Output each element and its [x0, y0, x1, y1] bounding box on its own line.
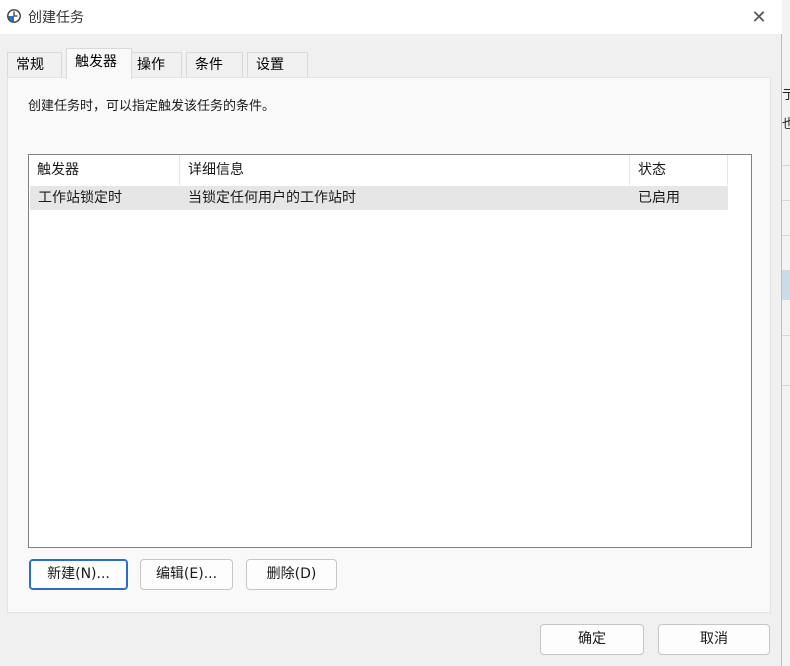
triggers-description: 创建任务时，可以指定触发该任务的条件。 — [28, 99, 276, 114]
background-selected-row — [781, 270, 790, 300]
tab-general[interactable]: 常规 — [7, 52, 62, 78]
column-header-details[interactable]: 详细信息 — [180, 155, 630, 185]
tab-triggers[interactable]: 触发器 — [66, 48, 132, 79]
background-divider — [781, 165, 790, 166]
close-icon: ✕ — [751, 6, 767, 28]
tab-label: 设置 — [256, 57, 284, 73]
cancel-button[interactable]: 取消 — [658, 624, 770, 655]
background-text-fragment: 也 — [782, 117, 790, 132]
task-scheduler-clock-icon — [7, 9, 21, 23]
trigger-cell: 工作站锁定时 — [38, 190, 122, 206]
column-header-status[interactable]: 状态 — [630, 155, 728, 185]
ok-button[interactable]: 确定 — [540, 624, 644, 655]
tab-conditions[interactable]: 条件 — [186, 52, 243, 78]
tab-label: 操作 — [137, 57, 165, 73]
triggers-list[interactable]: 触发器 详细信息 状态 工作站锁定时 当锁定任何用户的工作站时 已启用 — [28, 154, 752, 548]
create-task-dialog: 创建任务 ✕ 常规 触发器 操作 条件 设置 创建任务时，可以指定触发该任务的条… — [0, 0, 782, 666]
tab-label: 常规 — [16, 57, 44, 73]
edit-trigger-button[interactable]: 编辑(E)... — [140, 559, 233, 590]
background-text-fragment: 亍 — [782, 88, 790, 103]
background-divider — [781, 200, 790, 201]
window-title: 创建任务 — [28, 10, 84, 26]
close-button[interactable]: ✕ — [736, 0, 782, 34]
tab-label: 条件 — [195, 57, 223, 73]
delete-trigger-button[interactable]: 删除(D) — [246, 559, 337, 590]
status-cell: 已启用 — [638, 190, 680, 206]
background-divider — [781, 235, 790, 236]
title-bar[interactable]: 创建任务 ✕ — [0, 0, 782, 34]
tab-actions[interactable]: 操作 — [128, 52, 182, 78]
tab-settings[interactable]: 设置 — [247, 52, 308, 78]
new-trigger-button[interactable]: 新建(N)... — [29, 559, 128, 590]
details-cell: 当锁定任何用户的工作站时 — [188, 190, 356, 206]
list-row[interactable]: 工作站锁定时 当锁定任何用户的工作站时 已启用 — [30, 186, 728, 210]
background-divider — [781, 335, 790, 336]
tab-label: 触发器 — [75, 54, 117, 70]
triggers-tab-panel: 创建任务时，可以指定触发该任务的条件。 触发器 详细信息 状态 工作站锁定时 当… — [7, 77, 771, 613]
list-header: 触发器 详细信息 状态 — [29, 155, 729, 185]
background-divider — [781, 385, 790, 386]
column-header-trigger[interactable]: 触发器 — [29, 155, 180, 185]
